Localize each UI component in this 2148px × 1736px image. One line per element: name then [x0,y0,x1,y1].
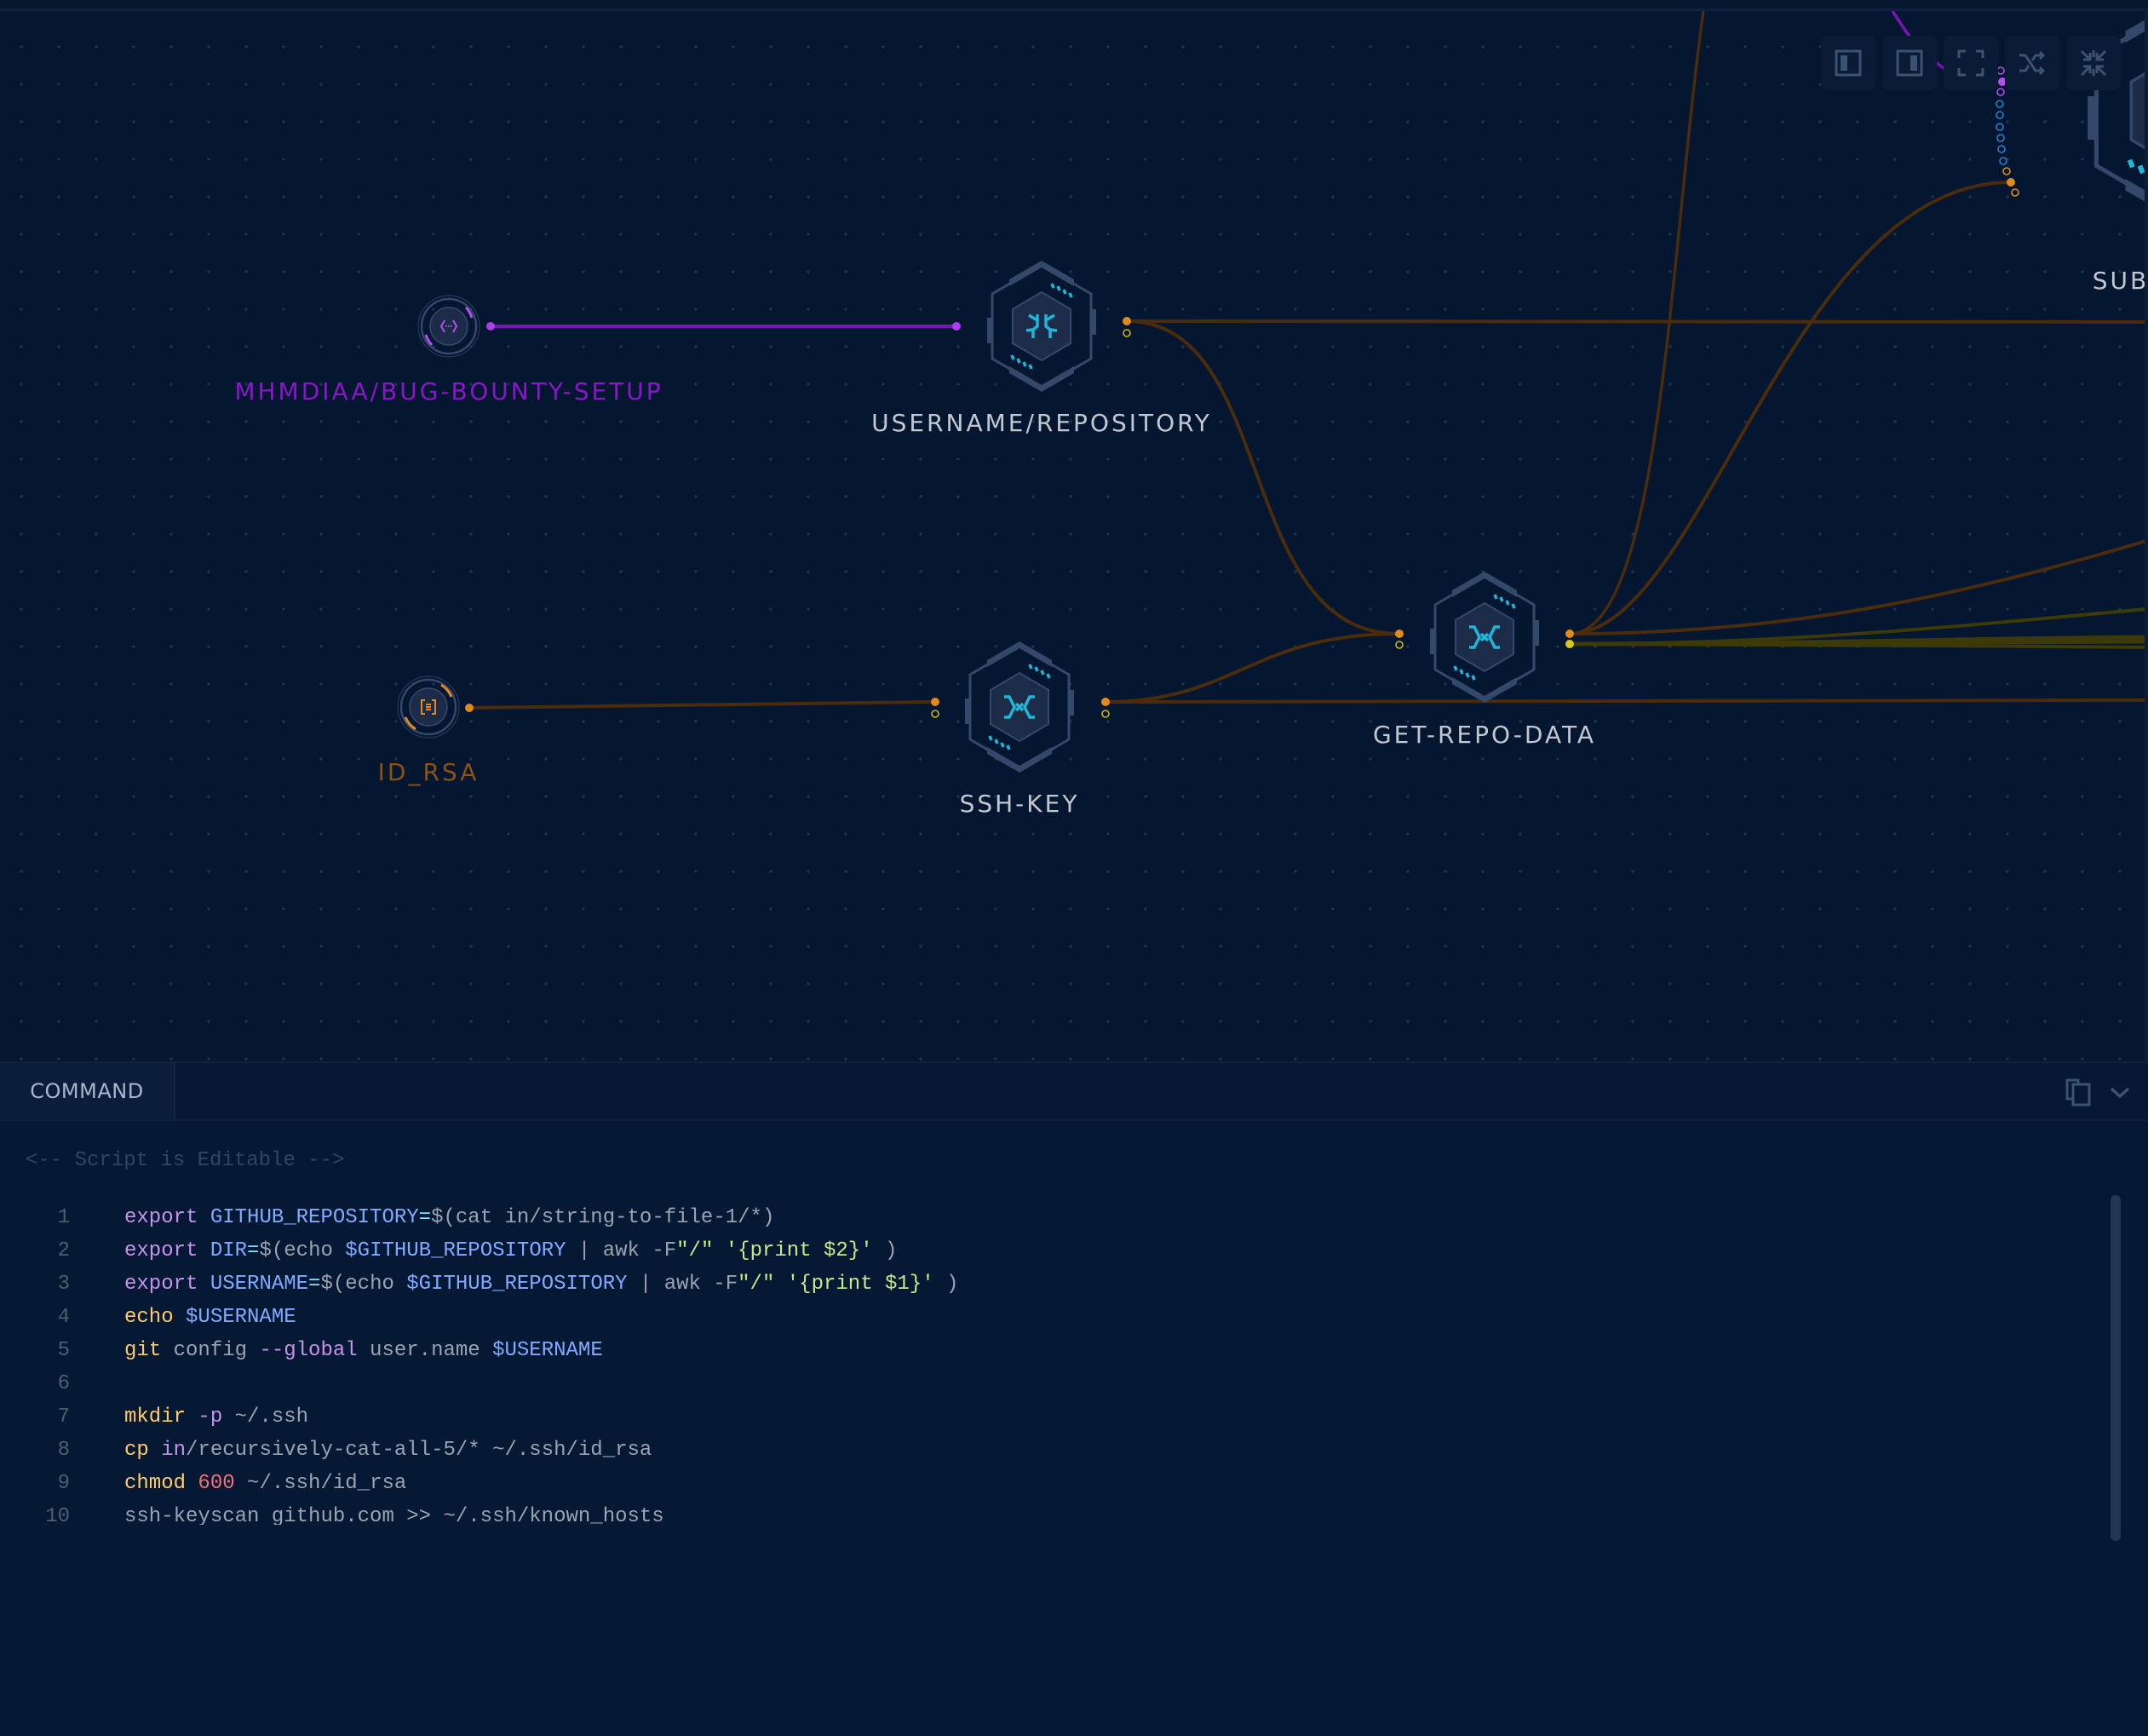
shuffle-layout-button[interactable] [2005,36,2059,90]
edge-get-repo-data-right-1 [1569,539,2145,635]
node-label-ssh-key: SSH-KEY [959,790,1080,818]
node-id-rsa [397,675,460,739]
line-number: 6 [57,1372,70,1395]
line-text[interactable]: export USERNAME=$(echo $GITHUB_REPOSITOR… [124,1268,958,1301]
port-in-empty [1395,641,1404,649]
port-out [465,704,474,712]
node-label-get-repo-data: GET-REPO-DATA [1372,721,1597,749]
line-text[interactable]: cp in/recursively-cat-all-5/* ~/.ssh/id_… [124,1434,652,1467]
line-text[interactable]: echo $USERNAME [124,1301,296,1334]
port-in [1395,629,1404,638]
edge-get-repo-data-right-5 [1569,642,2145,649]
node-label-mhmdiaa: MHMDIAA/BUG-BOUNTY-SETUP [234,377,663,405]
node-label-sub: SUB [2092,267,2148,295]
port-out [486,322,495,331]
edge-username-repository-out [1126,319,2145,324]
line-number: 2 [57,1239,70,1262]
code-editor[interactable]: 1 export GITHUB_REPOSITORY=$(cat in/strin… [0,1201,2061,1525]
port-out [1565,629,1574,638]
line-text[interactable]: mkdir -p ~/.ssh [124,1400,308,1434]
tab-command[interactable]: COMMAND [0,1063,175,1119]
chevron-down-icon[interactable] [2109,1082,2131,1104]
line-number: 3 [57,1273,70,1296]
edge-username-repository-to-get-repo-data [1126,319,1400,636]
port-out-empty [1101,710,1110,718]
line-text[interactable]: export GITHUB_REPOSITORY=$(cat in/string… [124,1201,774,1234]
copy-icon[interactable] [2065,1078,2093,1107]
canvas-toolbar [1821,36,2121,90]
node-ssh-key [963,640,1076,774]
node-label-username-repository: USERNAME/REPOSITORY [871,409,1212,437]
node-username-repository [985,259,1098,394]
edge-ssh-key-to-get-repo-data [1105,632,1400,704]
graph-edges [397,11,2145,774]
line-number: 7 [57,1405,70,1428]
node-get-repo-data [1428,570,1541,704]
port-in [931,698,939,706]
line-number: 8 [57,1439,70,1462]
panel-right-icon [1896,49,1923,77]
collapse-button[interactable] [2066,36,2121,90]
port-out [1565,640,1574,648]
fit-view-button[interactable] [1944,36,1998,90]
port-out-empty [1123,329,1131,337]
edge-get-repo-data-to-sub [1569,181,2012,635]
line-text[interactable]: chmod 600 ~/.ssh/id_rsa [124,1467,406,1500]
edge-ssh-key-out [1105,698,2145,704]
dock-left-button[interactable] [1821,36,1875,90]
port-in-empty [931,710,939,718]
dock-right-button[interactable] [1882,36,1937,90]
line-number: 4 [57,1306,70,1329]
workflow-canvas[interactable]: MHMDIAA/BUG-BOUNTY-SETUP USERNAME/REPOSI… [0,11,2148,1061]
line-number: 10 [45,1505,70,1525]
shuffle-icon [2019,50,2046,76]
line-number: 9 [57,1472,70,1495]
editable-note: <-- Script is Editable --> [26,1149,345,1172]
line-text[interactable]: ssh-keyscan github.com >> ~/.ssh/known_h… [124,1500,664,1525]
command-panel: COMMAND <-- Script is Editable --> 1 expo… [0,1061,2148,1736]
edge-id-rsa-to-ssh-key [468,700,936,710]
collapse-icon [2080,49,2107,77]
panel-left-icon [1835,49,1862,77]
editor-scrollbar[interactable] [2111,1195,2121,1541]
line-number: 1 [57,1206,70,1229]
port-in [952,322,961,331]
port-out [1123,317,1131,325]
line-text[interactable]: git config --global user.name $USERNAME [124,1334,603,1367]
fullscreen-icon [1957,49,1984,77]
line-text[interactable]: export DIR=$(echo $GITHUB_REPOSITORY | a… [124,1234,897,1268]
line-number: 5 [57,1339,70,1362]
node-mhmdiaa-bug-bounty-setup [417,295,480,358]
panel-header: COMMAND [0,1061,2148,1121]
node-label-id-rsa: ID_RSA [377,758,480,786]
top-border [0,0,2148,11]
port-out [1101,698,1110,706]
